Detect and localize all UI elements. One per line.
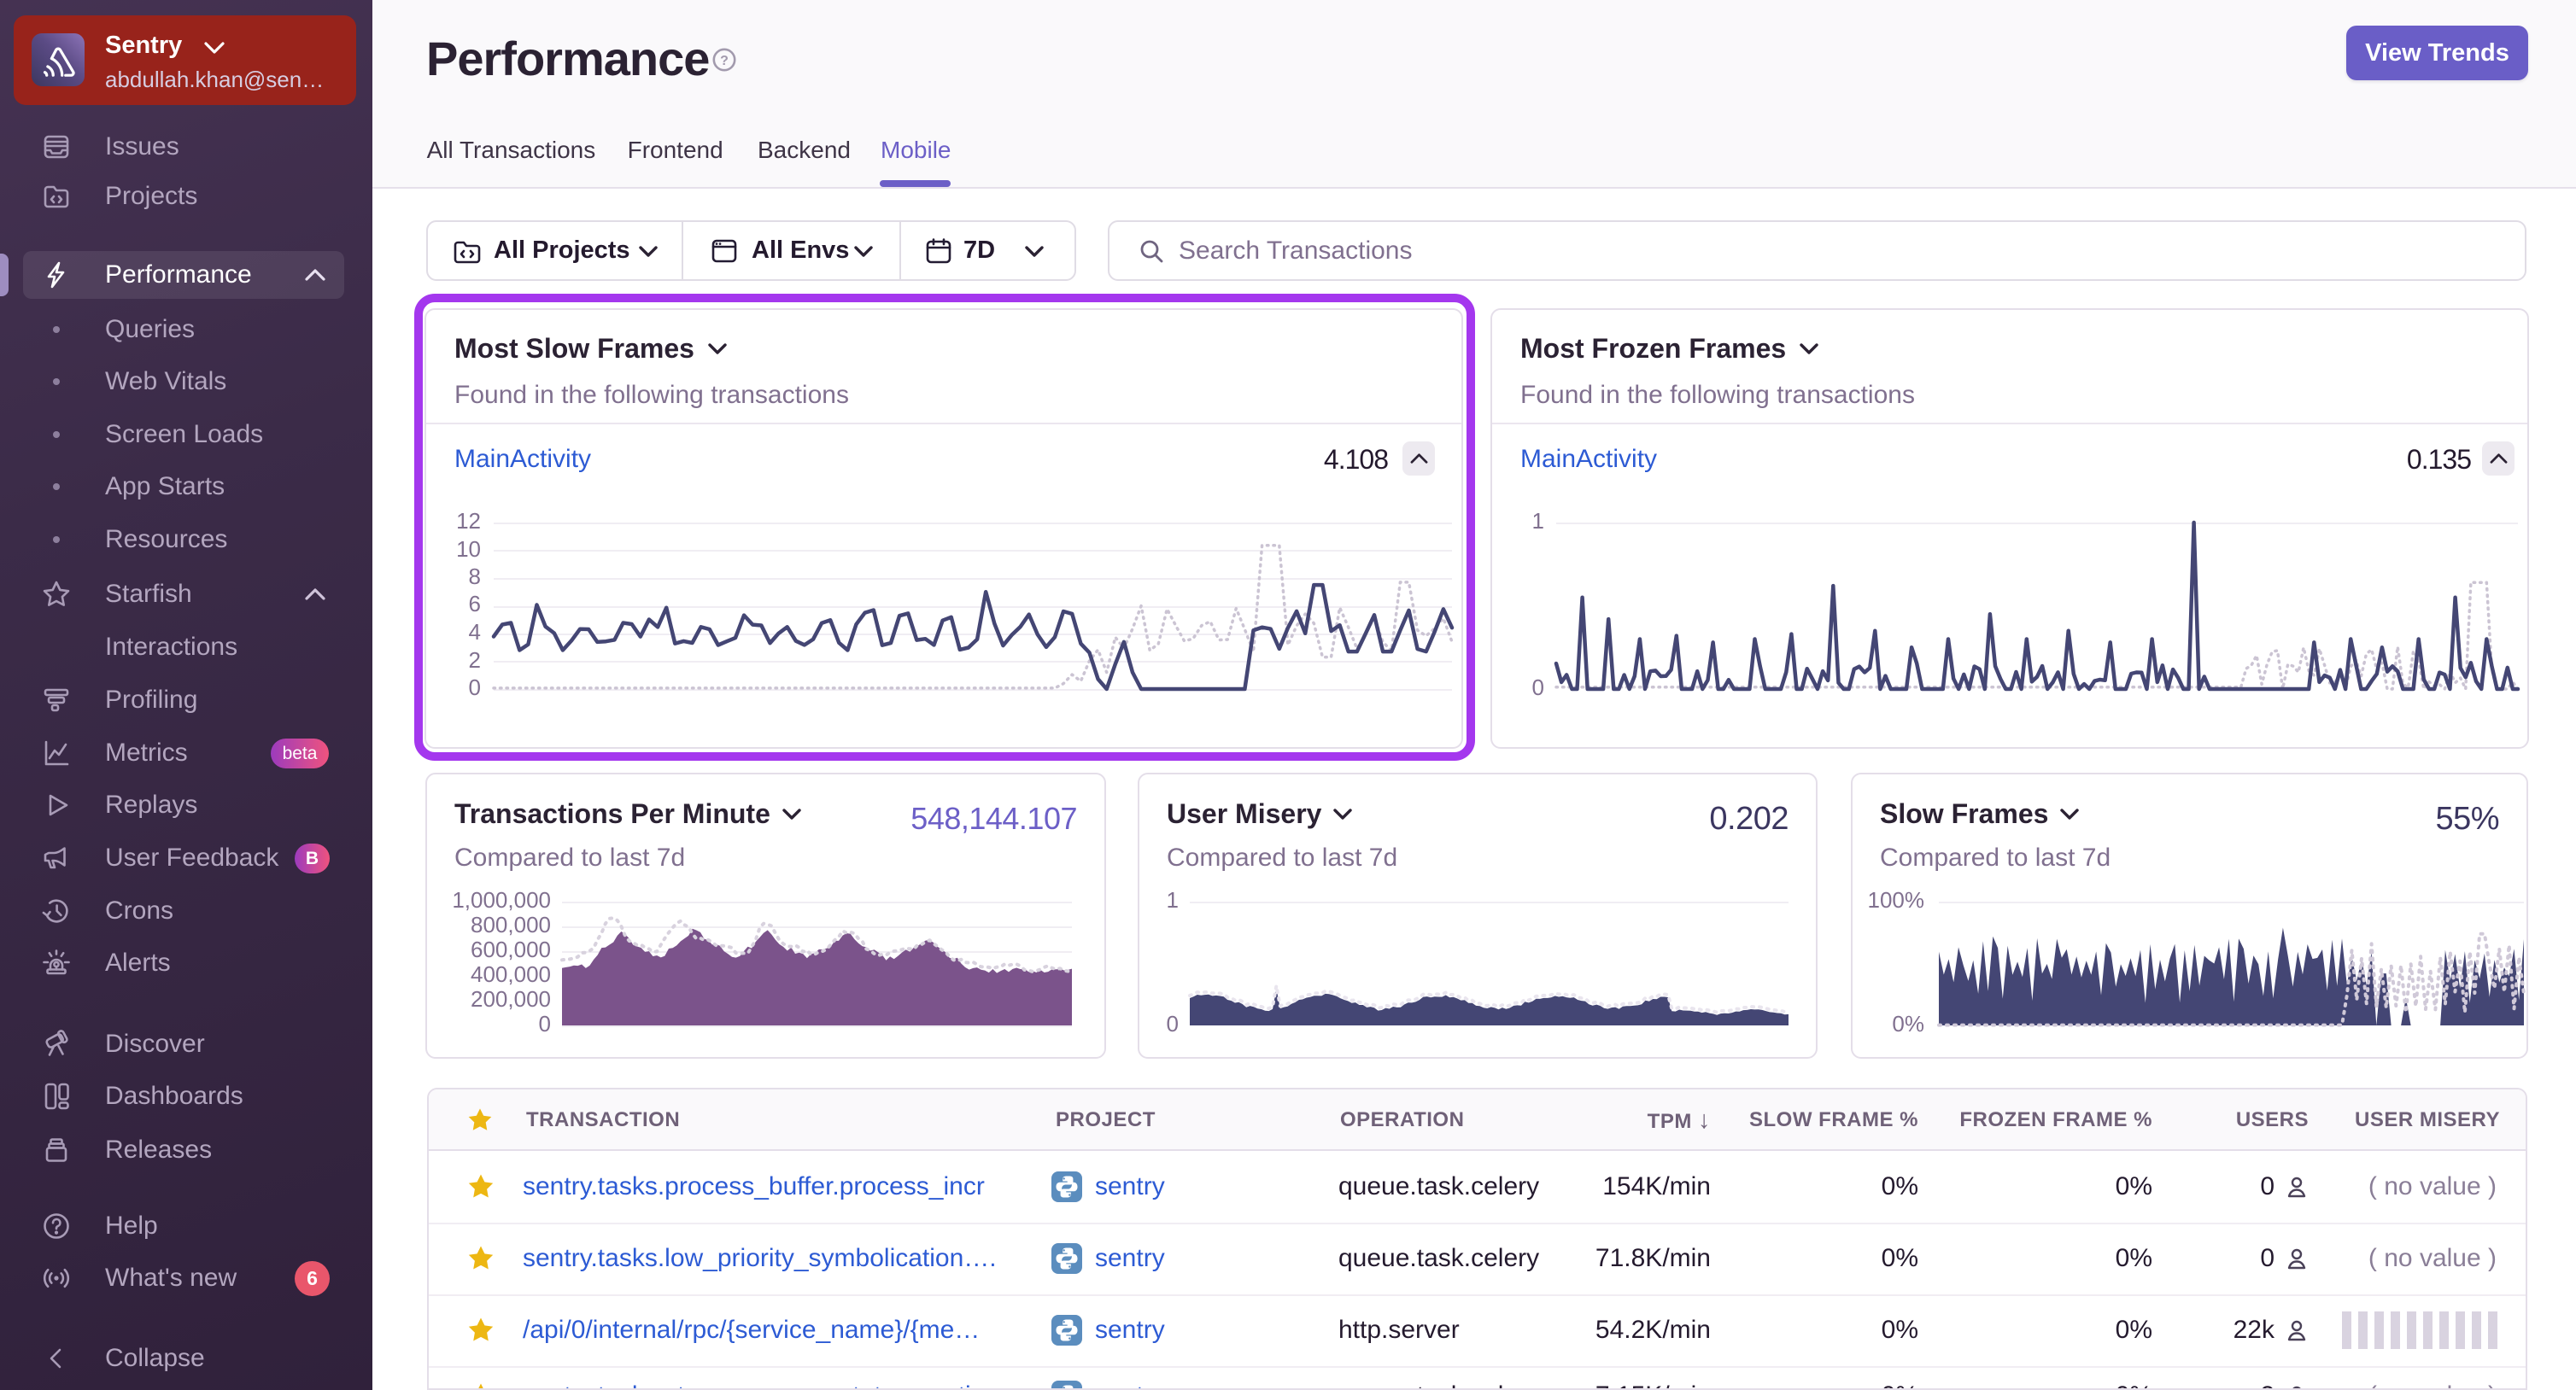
svg-text:?: ? [720, 54, 729, 68]
